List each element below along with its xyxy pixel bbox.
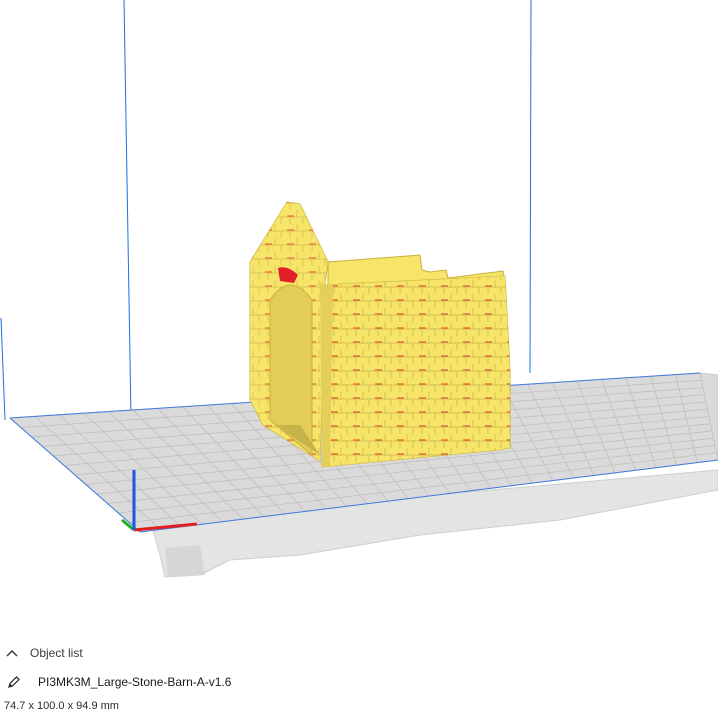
pencil-icon[interactable]: [6, 674, 22, 690]
object-list-toggle[interactable]: Object list: [4, 642, 83, 664]
build-volume-edge: [529, 0, 532, 374]
object-list-title: Object list: [30, 646, 83, 660]
scene-canvas[interactable]: [0, 0, 718, 719]
slicer-window: Object list PI3MK3M_Large-Stone-Barn-A-v…: [0, 0, 718, 719]
stone-barn-model[interactable]: [249, 201, 511, 468]
object-dimensions: 74.7 x 100.0 x 94.9 mm: [4, 700, 119, 712]
object-list-item[interactable]: PI3MK3M_Large-Stone-Barn-A-v1.6: [6, 672, 231, 692]
build-volume-edge: [123, 0, 132, 419]
chevron-up-icon[interactable]: [4, 645, 20, 661]
3d-viewport[interactable]: [0, 0, 718, 719]
object-name[interactable]: PI3MK3M_Large-Stone-Barn-A-v1.6: [38, 675, 231, 689]
object-list-panel: Object list PI3MK3M_Large-Stone-Barn-A-v…: [0, 638, 718, 719]
build-volume-edge: [0, 317, 6, 421]
